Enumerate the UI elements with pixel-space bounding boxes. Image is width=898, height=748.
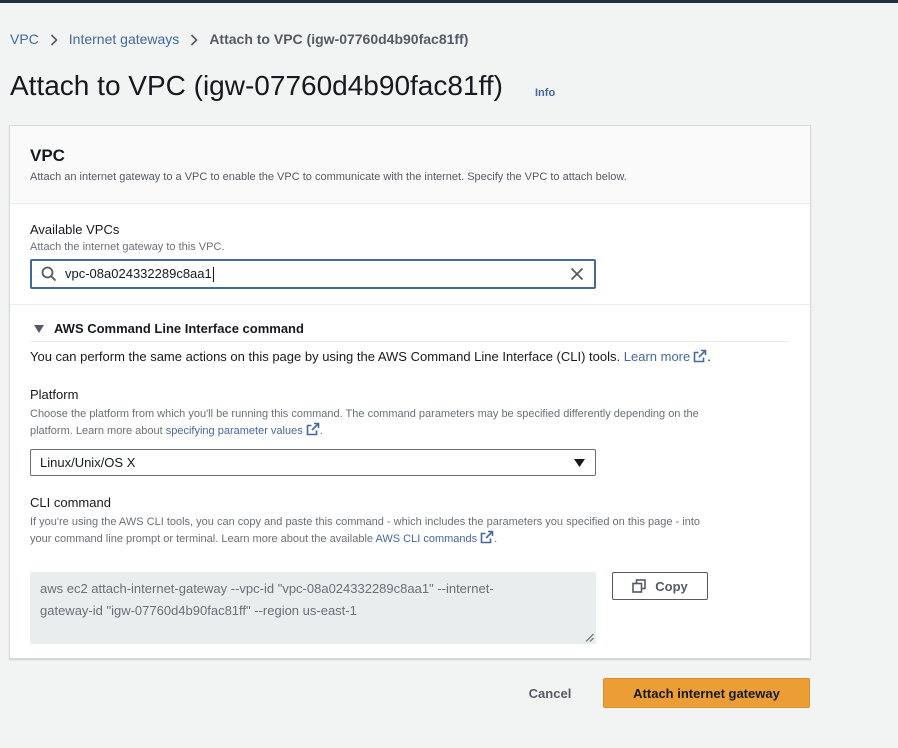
platform-description: Choose the platform from which you'll be… xyxy=(30,406,800,439)
breadcrumb-vpc[interactable]: VPC xyxy=(10,31,39,47)
platform-description-line1: Choose the platform from which you'll be… xyxy=(30,408,699,420)
cli-command-description-line2: your command line prompt or terminal. Le… xyxy=(30,533,374,545)
platform-select-value: Linux/Unix/OS X xyxy=(40,455,136,470)
cli-command-description: If you're using the AWS CLI tools, you c… xyxy=(30,514,800,547)
cancel-button[interactable]: Cancel xyxy=(515,679,585,708)
cli-command-line1: aws ec2 attach-internet-gateway --vpc-id… xyxy=(40,581,494,596)
clear-icon[interactable] xyxy=(570,267,584,281)
page-title: Attach to VPC (igw-07760d4b90fac81ff) xyxy=(10,70,503,101)
cli-intro: You can perform the same actions on this… xyxy=(30,349,711,364)
cli-intro-text: You can perform the same actions on this… xyxy=(30,349,621,364)
platform-label: Platform xyxy=(30,387,79,402)
chevron-right-icon xyxy=(185,31,203,47)
breadcrumb: VPC Internet gateways Attach to VPC (igw… xyxy=(10,31,468,47)
panel-title: VPC xyxy=(30,146,65,165)
cli-section-title: AWS Command Line Interface command xyxy=(54,321,304,336)
top-nav-strip xyxy=(0,0,898,3)
text-cursor xyxy=(212,267,214,283)
copy-button-label: Copy xyxy=(655,578,688,594)
cli-command-description-line1: If you're using the AWS CLI tools, you c… xyxy=(30,516,700,528)
section-divider xyxy=(10,304,810,305)
cli-command-textarea[interactable]: aws ec2 attach-internet-gateway --vpc-id… xyxy=(30,572,596,644)
platform-description-line2: platform. Learn more about xyxy=(30,425,163,437)
external-link-icon xyxy=(693,349,707,363)
cli-command-line2: gateway-id "igw-07760d4b90fac81ff" --reg… xyxy=(40,603,357,618)
info-link[interactable]: Info xyxy=(535,87,555,99)
aws-cli-commands-link[interactable]: AWS CLI commands xyxy=(375,533,477,545)
specifying-parameter-values-link[interactable]: specifying parameter values xyxy=(166,425,303,437)
copy-button[interactable]: Copy xyxy=(612,572,708,600)
expander-underline xyxy=(30,341,790,342)
cli-expander[interactable]: AWS Command Line Interface command xyxy=(34,321,304,336)
available-vpcs-description: Attach the internet gateway to this VPC. xyxy=(30,241,225,253)
vpc-panel-header: VPC Attach an internet gateway to a VPC … xyxy=(10,126,810,204)
platform-select[interactable]: Linux/Unix/OS X xyxy=(30,449,596,476)
vpc-search-value: vpc-08a024332289c8aa1 xyxy=(65,266,212,281)
available-vpcs-label: Available VPCs xyxy=(30,222,120,237)
chevron-right-icon xyxy=(45,31,63,47)
search-icon xyxy=(41,266,57,282)
panel-description: Attach an internet gateway to a VPC to e… xyxy=(30,171,627,183)
vpc-panel: VPC Attach an internet gateway to a VPC … xyxy=(9,125,811,659)
breadcrumb-current: Attach to VPC (igw-07760d4b90fac81ff) xyxy=(209,31,469,47)
cli-command-label: CLI command xyxy=(30,495,111,510)
caret-down-icon xyxy=(34,324,44,333)
learn-more-link[interactable]: Learn more xyxy=(624,349,690,364)
external-link-icon xyxy=(306,422,320,436)
vpc-search-input[interactable]: vpc-08a024332289c8aa1 xyxy=(30,259,596,289)
copy-icon xyxy=(632,579,647,593)
caret-down-icon xyxy=(574,459,585,467)
resize-grip-icon[interactable] xyxy=(585,633,594,642)
external-link-icon xyxy=(480,530,494,544)
attach-internet-gateway-button[interactable]: Attach internet gateway xyxy=(603,678,810,708)
breadcrumb-internet-gateways[interactable]: Internet gateways xyxy=(69,31,180,47)
